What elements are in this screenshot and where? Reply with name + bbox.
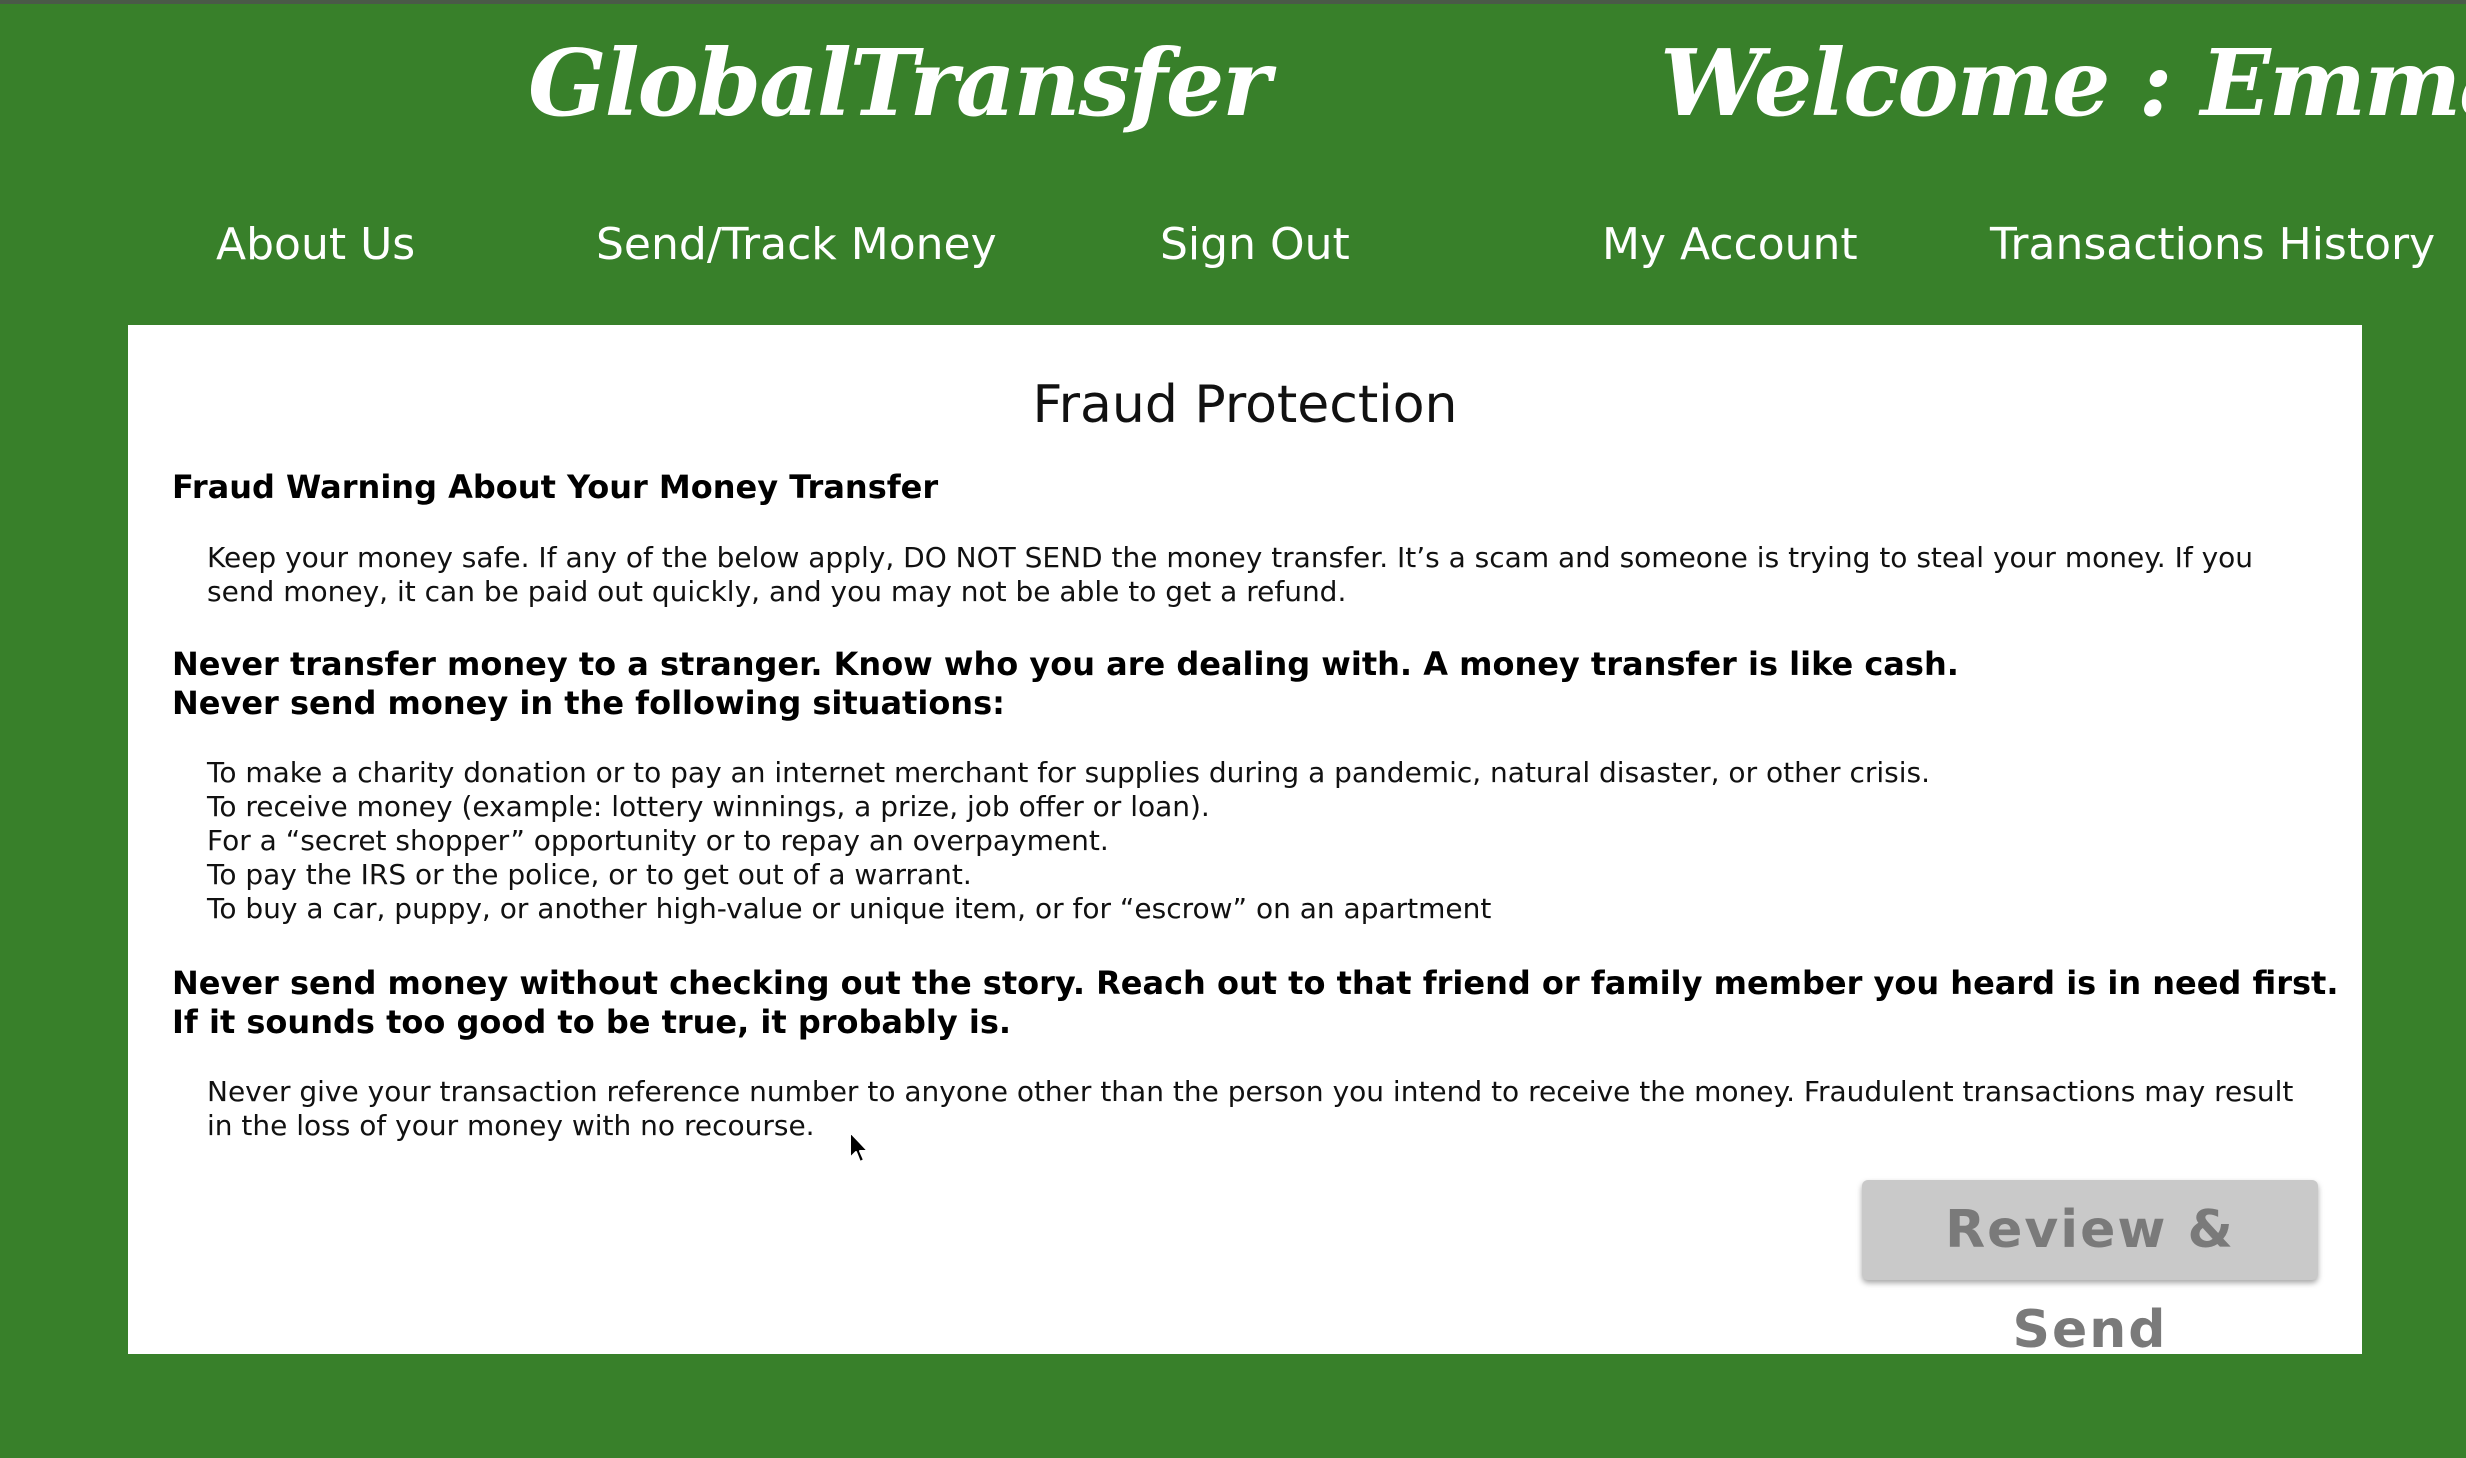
nav-about-us[interactable]: About Us [216,205,415,285]
nav-send-track-money[interactable]: Send/Track Money [596,205,997,285]
nav-sign-out[interactable]: Sign Out [1160,205,1350,285]
reference-paragraph: Never give your transaction reference nu… [207,1075,2294,1142]
too-good-warning: If it sounds too good to be true, it pro… [172,1003,1012,1041]
situation-item: To pay the IRS or the police, or to get … [207,858,972,891]
situation-item: For a “secret shopper” opportunity or to… [207,824,1109,857]
situation-item: To receive money (example: lottery winni… [207,790,1210,823]
situation-item: To buy a car, puppy, or another high-val… [207,892,1492,925]
mouse-pointer-icon [849,1131,869,1163]
never-stranger-warning: Never transfer money to a stranger. Know… [172,645,1959,683]
nav-my-account[interactable]: My Account [1602,205,1858,285]
nav-transactions-history[interactable]: Transactions History [1990,205,2435,285]
never-situations-heading: Never send money in the following situat… [172,684,1005,722]
top-strip [0,0,2466,4]
check-story-warning: Never send money without checking out th… [172,964,2339,1002]
warning-heading: Fraud Warning About Your Money Transfer [172,468,939,506]
review-send-button[interactable]: Review & Send [1862,1180,2318,1360]
page-title: Fraud Protection [1032,375,1458,435]
situation-item: To make a charity donation or to pay an … [207,756,1931,789]
welcome-user: Welcome : Emma [1660,29,2466,137]
intro-paragraph: Keep your money safe. If any of the belo… [207,541,2254,608]
brand-title: GlobalTransfer [528,29,1271,137]
fraud-protection-panel: Fraud Protection Fraud Warning About You… [128,325,2362,1360]
